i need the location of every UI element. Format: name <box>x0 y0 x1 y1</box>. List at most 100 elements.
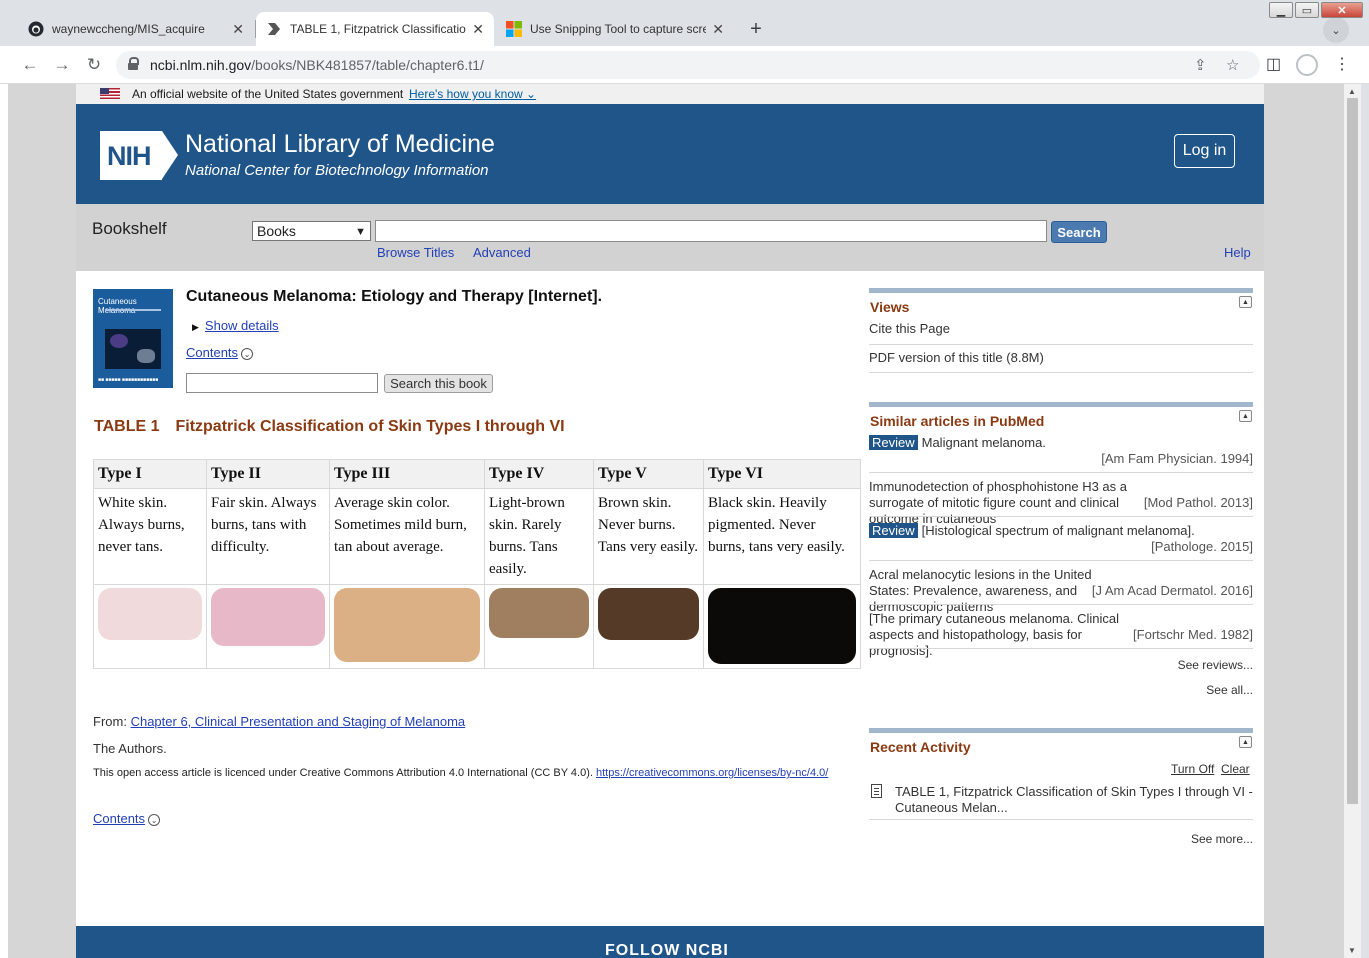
browse-titles-link[interactable]: Browse Titles <box>377 245 454 260</box>
see-reviews-link[interactable]: See reviews... <box>1178 658 1253 672</box>
heres-how-you-know-link[interactable]: Here's how you know ⌄ <box>409 87 536 101</box>
database-select[interactable]: Books ▼ <box>252 221 371 241</box>
advanced-search-link[interactable]: Advanced <box>473 245 531 260</box>
turn-off-link[interactable]: Turn Off <box>1171 762 1214 776</box>
microsoft-icon <box>506 21 522 37</box>
article-citation: [Fortschr Med. 1982] <box>1133 627 1253 642</box>
close-tab-icon[interactable]: ✕ <box>712 21 724 38</box>
reload-icon[interactable]: ↻ <box>82 53 106 77</box>
menu-kebab-icon[interactable]: ⋮ <box>1334 54 1350 74</box>
page-scrollbar[interactable]: ▲ ▼ <box>1344 84 1361 958</box>
table-cell: Light-brown skin. Rarely burns. Tans eas… <box>484 488 594 585</box>
bookshelf-label[interactable]: Bookshelf <box>92 219 167 239</box>
close-tab-icon[interactable]: ✕ <box>472 21 484 38</box>
article-item[interactable]: Review Malignant melanoma. <box>869 435 1253 451</box>
maximize-icon[interactable]: ▭ <box>1295 2 1319 18</box>
url-text: ncbi.nlm.nih.gov/books/NBK481857/table/c… <box>150 57 484 73</box>
tab-title: Use Snipping Tool to capture scre <box>530 22 707 36</box>
close-tab-icon[interactable]: ✕ <box>232 21 244 38</box>
clear-link[interactable]: Clear <box>1221 762 1250 776</box>
page-viewport: An official website of the United States… <box>8 84 1344 958</box>
profile-avatar-icon[interactable] <box>1296 54 1318 76</box>
share-icon[interactable]: ⇪ <box>1194 56 1207 74</box>
article-item[interactable]: Review [Histological spectrum of malignan… <box>869 523 1253 539</box>
nlm-header: NIH National Library of Medicine Nationa… <box>76 104 1264 204</box>
article-citation: [Pathologe. 2015] <box>1151 539 1253 554</box>
column-header: Type IV <box>484 459 594 489</box>
search-this-book-button[interactable]: Search this book <box>384 374 493 393</box>
table-row <box>93 584 861 669</box>
search-button[interactable]: Search <box>1051 221 1107 243</box>
window-close-icon[interactable]: ✕ <box>1321 2 1363 18</box>
back-arrow-icon[interactable]: ← <box>18 53 42 77</box>
see-more-link[interactable]: See more... <box>1191 832 1253 846</box>
recent-item-link[interactable]: TABLE 1, Fitzpatrick Classification of S… <box>895 784 1253 816</box>
views-portlet: Views ▲ Cite this Page PDF version of th… <box>869 288 1253 378</box>
ncbi-icon <box>268 23 280 35</box>
skin-swatch-type-4 <box>489 588 589 638</box>
table-cell: Brown skin. Never burns. Tans very easil… <box>593 488 704 585</box>
recent-activity-title: Recent Activity <box>870 739 971 755</box>
ncbi-subtitle[interactable]: National Center for Biotechnology Inform… <box>185 162 489 179</box>
contents-link-bottom[interactable]: Contents ⌄ <box>93 811 161 826</box>
login-button[interactable]: Log in <box>1174 134 1235 168</box>
nlm-title[interactable]: National Library of Medicine <box>185 130 495 159</box>
table-header-row: Type I Type II Type III Type IV Type V T… <box>93 459 861 489</box>
fitzpatrick-table: Type I Type II Type III Type IV Type V T… <box>93 459 861 669</box>
article-item[interactable]: Immunodetection of phosphohistone H3 as … <box>869 479 1159 527</box>
side-panel-icon[interactable]: ◫ <box>1266 54 1281 74</box>
bookmark-star-icon[interactable]: ☆ <box>1226 56 1239 74</box>
minimize-icon[interactable]: ▁ <box>1269 2 1293 18</box>
tab-github[interactable]: waynewccheng/MIS_acquire ✕ <box>18 12 254 46</box>
collapse-icon[interactable]: ▲ <box>1239 410 1252 422</box>
search-input[interactable] <box>375 220 1047 242</box>
see-all-link[interactable]: See all... <box>1206 683 1253 697</box>
help-link[interactable]: Help <box>1224 245 1251 260</box>
scroll-down-arrow-icon[interactable]: ▼ <box>1348 946 1356 955</box>
tab-fitzpatrick[interactable]: TABLE 1, Fitzpatrick Classification ✕ <box>256 12 494 46</box>
scroll-up-arrow-icon[interactable]: ▲ <box>1348 87 1356 96</box>
scrollbar-thumb[interactable] <box>1347 98 1358 804</box>
nih-logo[interactable]: NIH <box>100 131 178 180</box>
new-tab-plus-icon[interactable]: + <box>744 17 768 41</box>
skin-swatch-type-1 <box>98 588 202 640</box>
table-cell: White skin. Always burns, never tans. <box>93 488 207 585</box>
forward-arrow-icon[interactable]: → <box>50 53 74 77</box>
table-cell <box>484 584 594 669</box>
chevron-down-circle-icon: ⌄ <box>241 347 254 360</box>
article-item[interactable]: Acral melanocytic lesions in the United … <box>869 567 1099 615</box>
chapter-link[interactable]: Chapter 6, Clinical Presentation and Sta… <box>131 714 466 729</box>
collapse-icon[interactable]: ▲ <box>1239 296 1252 308</box>
recent-activity-portlet: Recent Activity ▲ Turn Off Clear TABLE 1… <box>869 728 1253 848</box>
contents-link[interactable]: Contents ⌄ <box>186 345 254 360</box>
authors-text: The Authors. <box>93 741 167 756</box>
review-badge: Review <box>869 435 918 450</box>
collapse-icon[interactable]: ▲ <box>1239 736 1252 748</box>
book-title[interactable]: Cutaneous Melanoma: Etiology and Therapy… <box>186 288 602 306</box>
column-header: Type V <box>593 459 704 489</box>
tab-search-chevron-icon[interactable]: ⌄ <box>1323 17 1349 43</box>
book-cover-image[interactable]: Cutaneous Melanoma ■■ ■■■■■ ■■■■■■■■■■■■ <box>93 289 173 388</box>
skin-swatch-type-5 <box>598 588 699 640</box>
us-flag-icon <box>100 88 120 99</box>
chevron-down-icon: ⌄ <box>526 87 537 101</box>
pdf-version-link[interactable]: PDF version of this title (8.8M) <box>869 350 1044 365</box>
show-details-toggle[interactable]: ▶ Show details <box>192 318 279 333</box>
license-link[interactable]: https://creativecommons.org/licenses/by-… <box>596 767 828 779</box>
gov-banner-text: An official website of the United States… <box>132 87 404 101</box>
browser-toolbar: ← → ↻ ncbi.nlm.nih.gov/books/NBK481857/t… <box>0 46 1369 84</box>
tab-strip: waynewccheng/MIS_acquire ✕ TABLE 1, Fitz… <box>0 0 1369 46</box>
document-icon <box>871 784 882 798</box>
github-icon <box>28 21 44 37</box>
tab-snipping[interactable]: Use Snipping Tool to capture scre ✕ <box>496 12 734 46</box>
table-title: Fitzpatrick Classification of Skin Types… <box>175 418 565 435</box>
tab-title: TABLE 1, Fitzpatrick Classification <box>290 22 467 36</box>
tab-title: waynewccheng/MIS_acquire <box>52 22 205 36</box>
book-search-input[interactable] <box>186 373 378 393</box>
lock-icon[interactable] <box>128 57 139 70</box>
column-header: Type VI <box>703 459 861 489</box>
address-bar[interactable]: ncbi.nlm.nih.gov/books/NBK481857/table/c… <box>116 51 1260 79</box>
article-item[interactable]: [The primary cutaneous melanoma. Clinica… <box>869 611 1139 659</box>
cite-this-page-link[interactable]: Cite this Page <box>869 321 950 336</box>
skin-swatch-type-6 <box>708 588 856 664</box>
